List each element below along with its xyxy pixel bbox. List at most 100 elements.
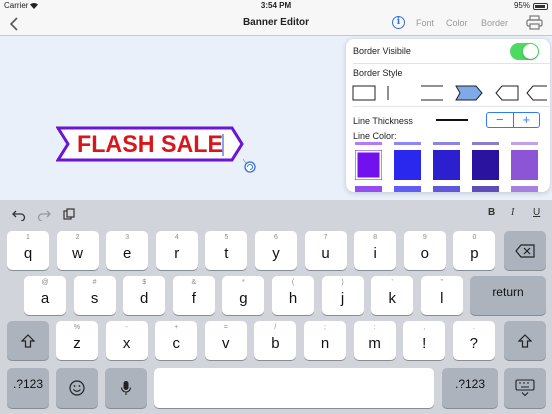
key-q[interactable]: 1q [7,231,49,270]
banner-preview[interactable]: FLASH SALE [56,126,256,182]
key-label: y [272,245,280,262]
key-w[interactable]: 2w [56,231,99,270]
key-exclamation[interactable]: ,! [403,321,446,360]
key-question[interactable]: .? [452,321,495,360]
style-lines-icon[interactable] [421,85,443,101]
color-swatch[interactable] [472,150,499,180]
key-label: r [174,245,180,262]
key-label: q [23,245,33,262]
key-alt-label: 7 [323,234,328,241]
style-notch-icon[interactable] [526,85,547,101]
info-icon[interactable]: i [392,16,405,29]
thickness-increase-button[interactable]: + [514,113,540,127]
color-swatch[interactable] [394,150,421,180]
dismiss-keyboard-key[interactable] [504,368,546,408]
key-c[interactable]: + c [155,321,198,360]
key-alt-label: # [92,279,97,286]
return-key[interactable]: return [470,276,546,315]
numbers-key-right[interactable]: .?123 [442,368,498,408]
style-arrow-icon[interactable] [455,85,483,101]
key-s[interactable]: # s [73,276,116,315]
key-t[interactable]: 5t [205,231,248,270]
rotate-handle-icon[interactable] [244,161,256,173]
border-style-label: Border Style [353,68,403,78]
key-b[interactable]: / b [254,321,297,360]
swatch-strip [472,186,499,192]
key-m[interactable]: :m [353,321,396,360]
paste-icon[interactable] [63,208,75,220]
key-u[interactable]: 7u [304,231,347,270]
color-swatch[interactable] [511,150,538,180]
status-bar: Carrier 3:54 PM 95% [0,0,552,12]
key-alt-label: + [174,324,179,331]
shift-key-left[interactable] [7,321,49,360]
key-l[interactable]: " l [420,276,463,315]
key-label: f [191,290,196,307]
delete-key[interactable] [504,231,546,270]
key-n[interactable]: ; n [304,321,346,360]
key-v[interactable]: = v [204,321,247,360]
key-alt-label: - [125,324,128,331]
key-j[interactable]: ) j [321,276,364,315]
line-color-label: Line Color: [353,131,397,141]
divider [353,106,550,107]
key-label: w [72,245,84,262]
key-alt-label: ( [291,279,295,286]
italic-button[interactable]: I [511,207,514,218]
line-thickness-label: Line Thickness [353,116,413,126]
emoji-icon [69,380,85,396]
color-swatch[interactable] [355,150,382,180]
underline-button[interactable]: U [533,207,540,218]
key-g[interactable]: * g [222,276,265,315]
key-z[interactable]: % z [56,321,98,360]
key-alt-label: . [472,324,475,331]
key-alt-label: 3 [125,234,130,241]
key-x[interactable]: -x [105,321,148,360]
key-p[interactable]: 0p [453,231,496,270]
printer-icon[interactable] [526,15,543,30]
key-k[interactable]: ' k [371,276,414,315]
key-alt-label: 8 [373,234,378,241]
color-swatch-grid [355,142,538,192]
key-o[interactable]: 9o [403,231,446,270]
keyboard-dismiss-icon [515,379,535,397]
key-y[interactable]: 6y [255,231,297,270]
emoji-key[interactable] [56,368,98,408]
key-label: m [368,335,381,352]
swatch-strip [511,142,538,145]
shift-icon [21,334,35,348]
key-r[interactable]: 4r [155,231,198,270]
style-left-point-icon[interactable] [495,85,519,101]
tab-border[interactable]: Border [481,18,508,28]
bold-button[interactable]: B [488,207,495,218]
key-d[interactable]: $ d [123,276,166,315]
key-e[interactable]: 3e [106,231,149,270]
key-alt-label: = [223,324,228,331]
key-alt-label: , [423,324,426,331]
key-label: k [388,290,396,307]
tab-font[interactable]: Font [416,18,434,28]
key-f[interactable]: & f [172,276,215,315]
key-alt-label: 6 [274,234,278,241]
thickness-decrease-button[interactable]: − [487,113,514,127]
undo-icon[interactable] [12,209,26,221]
tab-color[interactable]: Color [446,18,468,28]
style-rectangle-icon[interactable] [352,85,376,101]
swatch-strip [433,186,460,192]
color-swatch[interactable] [433,150,460,180]
key-alt-label: $ [142,279,147,286]
key-label: j [340,290,345,307]
redo-icon[interactable] [37,209,51,221]
key-alt-label: 0 [472,234,477,241]
numbers-key-left[interactable]: .?123 [7,368,49,408]
key-i[interactable]: 8i [354,231,397,270]
space-bar[interactable] [154,368,434,408]
dictation-key[interactable] [105,368,147,408]
key-label: n [320,335,330,352]
key-h[interactable]: (h [272,276,314,315]
key-alt-label: 2 [75,234,80,241]
key-a[interactable]: @ a [24,276,66,315]
border-visible-toggle[interactable] [510,43,539,60]
swatch-strip [511,186,538,192]
shift-key-right[interactable] [504,321,546,360]
